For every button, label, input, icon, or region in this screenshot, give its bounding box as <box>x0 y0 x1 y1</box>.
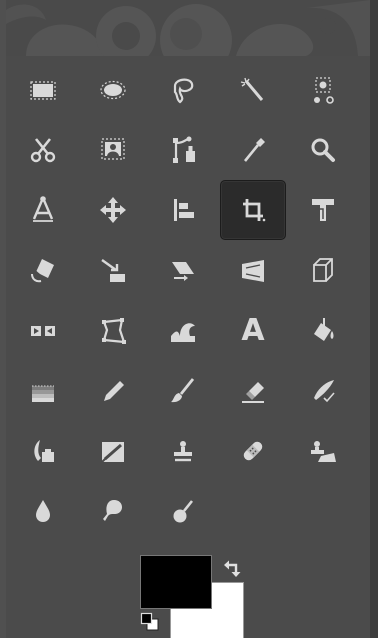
foreground-color-swatch[interactable] <box>140 555 212 609</box>
warp-transform-icon <box>166 314 200 348</box>
tool-align[interactable] <box>150 180 216 240</box>
tool-grid: A <box>8 60 364 540</box>
unified-transform-icon <box>306 193 340 227</box>
tool-flip[interactable] <box>10 301 76 361</box>
free-select-icon <box>166 73 200 107</box>
ink-icon <box>26 434 60 468</box>
heal-icon <box>236 434 270 468</box>
mypaint-brush-icon <box>96 434 130 468</box>
bucket-fill-icon <box>306 314 340 348</box>
tool-measure[interactable] <box>10 180 76 240</box>
rect-select-icon <box>26 73 60 107</box>
tool-warp-transform[interactable] <box>150 301 216 361</box>
eraser-icon <box>236 374 270 408</box>
tool-move[interactable] <box>80 180 146 240</box>
wilber-logo <box>6 0 370 56</box>
shear-icon <box>166 254 200 288</box>
tool-scissors-select[interactable] <box>10 120 76 180</box>
zoom-icon <box>306 133 340 167</box>
tool-heal[interactable] <box>220 421 286 481</box>
paintbrush-icon <box>166 374 200 408</box>
tool-mypaint-brush[interactable] <box>80 421 146 481</box>
tool-foreground-select[interactable] <box>80 120 146 180</box>
tool-select-by-color[interactable] <box>290 60 356 120</box>
tool-clone[interactable] <box>150 421 216 481</box>
tool-bucket-fill[interactable] <box>290 301 356 361</box>
tool-fuzzy-select[interactable] <box>220 60 286 120</box>
tool-color-picker[interactable] <box>220 120 286 180</box>
tool-rect-select[interactable] <box>10 60 76 120</box>
tool-dodge-burn[interactable] <box>150 481 216 541</box>
flip-icon <box>26 314 60 348</box>
foreground-select-icon <box>96 133 130 167</box>
select-by-color-icon <box>306 73 340 107</box>
crop-icon <box>236 193 270 227</box>
text-icon: A <box>241 313 265 348</box>
pencil-icon <box>96 374 130 408</box>
tool-cage-transform[interactable] <box>80 301 146 361</box>
move-icon <box>96 193 130 227</box>
tool-blur-sharpen[interactable] <box>10 481 76 541</box>
ellipse-select-icon <box>96 73 130 107</box>
tool-perspective[interactable] <box>220 241 286 301</box>
3d-transform-icon <box>306 254 340 288</box>
tool-pencil[interactable] <box>80 361 146 421</box>
tool-airbrush[interactable] <box>290 361 356 421</box>
clone-icon <box>166 434 200 468</box>
tool-shear[interactable] <box>150 241 216 301</box>
blur-sharpen-icon <box>26 494 60 528</box>
default-colors-icon[interactable] <box>140 612 160 632</box>
fuzzy-select-icon <box>236 73 270 107</box>
tool-smudge[interactable] <box>80 481 146 541</box>
resize-grip-icon[interactable] <box>364 628 370 634</box>
swap-colors-icon[interactable] <box>222 557 244 579</box>
tool-unified-transform[interactable] <box>290 180 356 240</box>
tool-gradient[interactable] <box>10 361 76 421</box>
tool-zoom[interactable] <box>290 120 356 180</box>
tool-crop[interactable] <box>220 180 286 240</box>
scale-icon <box>96 254 130 288</box>
paths-icon <box>166 133 200 167</box>
toolbox-panel: A <box>0 0 378 638</box>
perspective-clone-icon <box>306 434 340 468</box>
wilber-drop-area[interactable] <box>6 0 370 56</box>
color-picker-icon <box>236 133 270 167</box>
tool-ellipse-select[interactable] <box>80 60 146 120</box>
tool-eraser[interactable] <box>220 361 286 421</box>
tool-3d-transform[interactable] <box>290 241 356 301</box>
airbrush-icon <box>306 374 340 408</box>
gradient-icon <box>26 374 60 408</box>
cage-transform-icon <box>96 314 130 348</box>
tool-ink[interactable] <box>10 421 76 481</box>
rotate-icon <box>26 254 60 288</box>
measure-icon <box>26 193 60 227</box>
tool-free-select[interactable] <box>150 60 216 120</box>
tool-scale[interactable] <box>80 241 146 301</box>
align-icon <box>166 193 200 227</box>
tool-text[interactable]: A <box>220 301 286 361</box>
tool-paths[interactable] <box>150 120 216 180</box>
color-area <box>132 552 252 638</box>
tool-rotate[interactable] <box>10 241 76 301</box>
tool-paintbrush[interactable] <box>150 361 216 421</box>
scissors-select-icon <box>26 133 60 167</box>
dodge-burn-icon <box>166 494 200 528</box>
smudge-icon <box>96 494 130 528</box>
tool-perspective-clone[interactable] <box>290 421 356 481</box>
perspective-icon <box>236 254 270 288</box>
